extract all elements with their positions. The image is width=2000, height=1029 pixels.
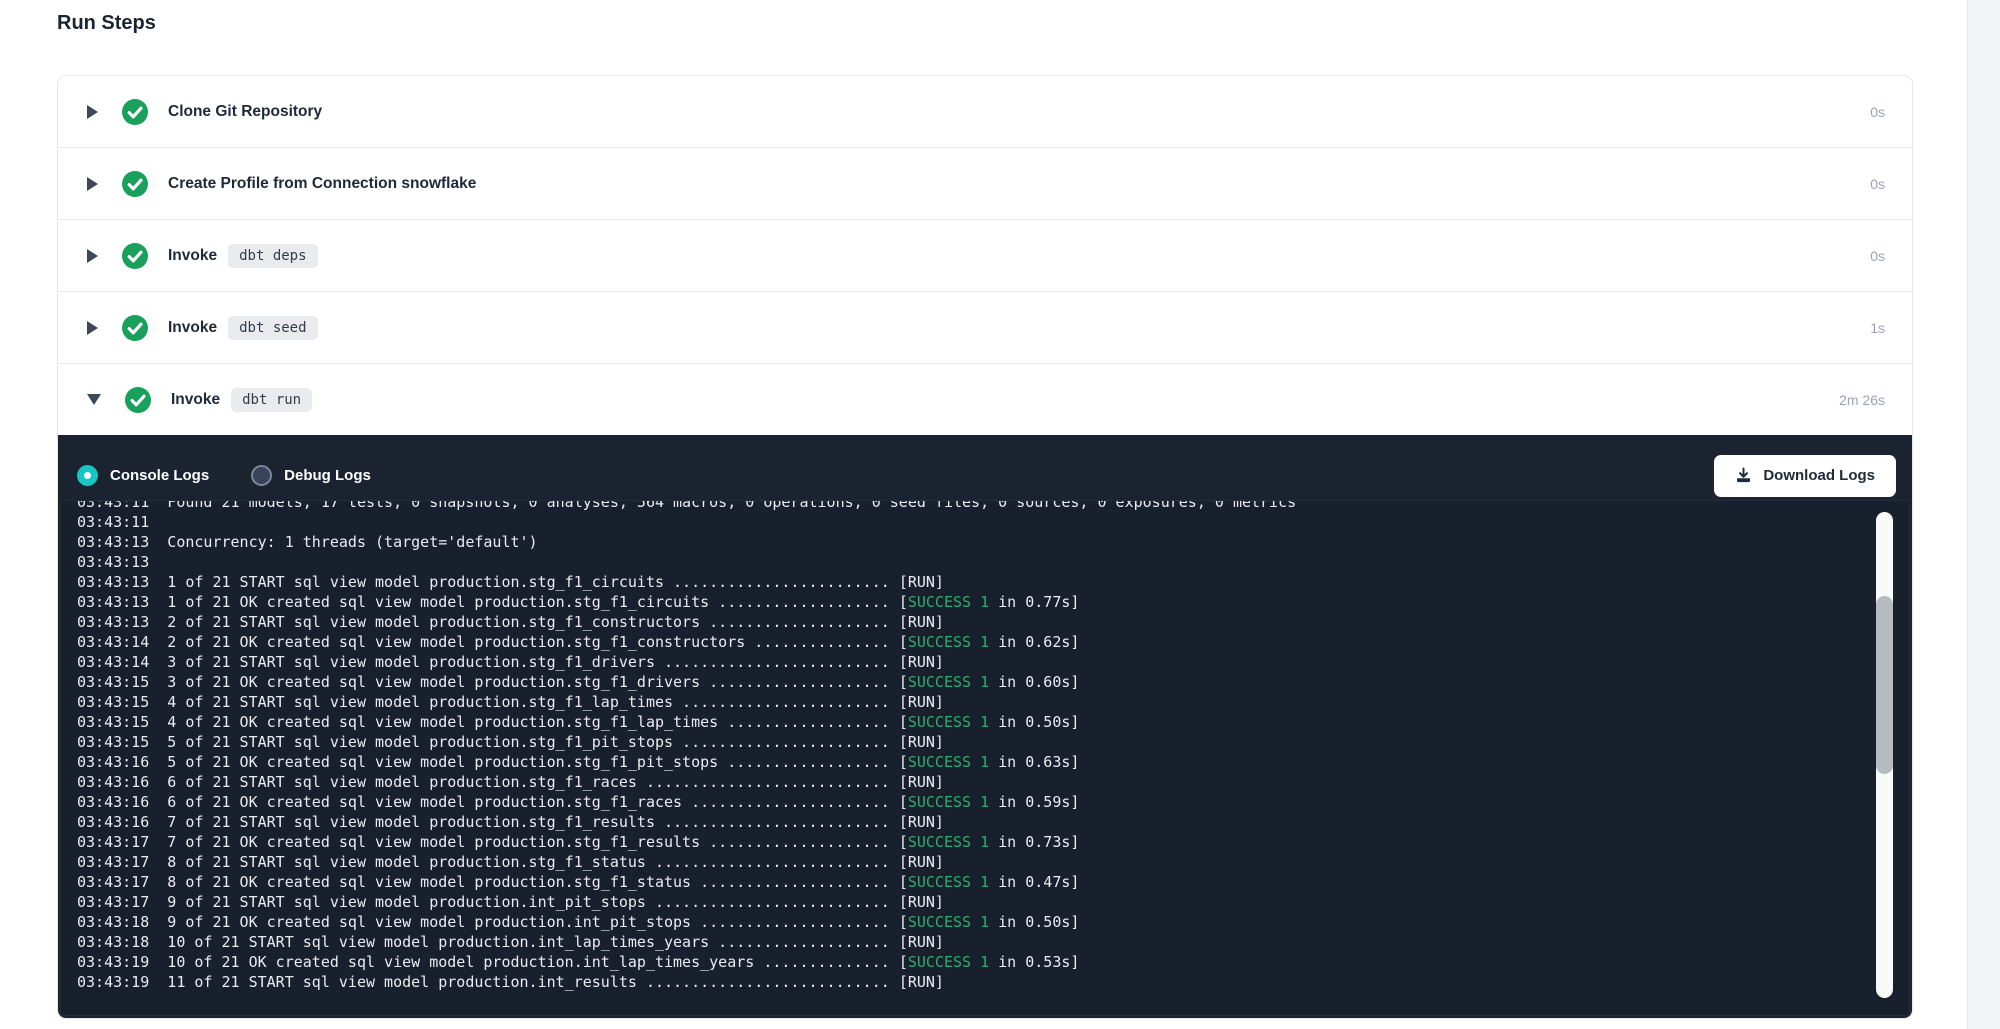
step-duration: 0s xyxy=(1870,176,1885,192)
log-scrollbar[interactable] xyxy=(1876,512,1893,998)
log-line: 03:43:15 5 of 21 START sql view model pr… xyxy=(77,732,1909,752)
step-label: Invoke xyxy=(168,247,217,265)
chevron-right-icon[interactable] xyxy=(87,105,98,119)
chevron-down-icon[interactable] xyxy=(87,394,101,405)
step-row-invoke-dbt-seed[interactable]: Invoke dbt seed 1s xyxy=(58,291,1912,363)
log-line: 03:43:19 11 of 21 START sql view model p… xyxy=(77,972,1909,992)
success-check-icon xyxy=(122,243,148,269)
log-line: 03:43:16 5 of 21 OK created sql view mod… xyxy=(77,752,1909,772)
log-line: 03:43:16 7 of 21 START sql view model pr… xyxy=(77,812,1909,832)
step-duration: 1s xyxy=(1870,320,1885,336)
step-row-create-profile[interactable]: Create Profile from Connection snowflake… xyxy=(58,147,1912,219)
step-row-invoke-dbt-run[interactable]: Invoke dbt run 2m 26s xyxy=(58,363,1912,435)
download-logs-button[interactable]: Download Logs xyxy=(1714,455,1896,497)
step-duration: 0s xyxy=(1870,104,1885,120)
page-title: Run Steps xyxy=(57,12,156,35)
log-line: 03:43:17 8 of 21 OK created sql view mod… xyxy=(77,872,1909,892)
command-chip: dbt run xyxy=(231,388,312,412)
log-line: 03:43:14 2 of 21 OK created sql view mod… xyxy=(77,632,1909,652)
log-scrollbar-thumb[interactable] xyxy=(1876,596,1893,774)
log-line: 03:43:17 8 of 21 START sql view model pr… xyxy=(77,852,1909,872)
log-line: 03:43:15 4 of 21 OK created sql view mod… xyxy=(77,712,1909,732)
log-line: 03:43:13 Concurrency: 1 threads (target=… xyxy=(77,532,1909,552)
success-check-icon xyxy=(122,171,148,197)
chevron-right-icon[interactable] xyxy=(87,249,98,263)
console-log-output[interactable]: 03:43:11 Found 21 models, 17 tests, 0 sn… xyxy=(60,500,1910,1016)
chevron-right-icon[interactable] xyxy=(87,321,98,335)
step-duration: 2m 26s xyxy=(1839,392,1885,408)
step-label: Invoke xyxy=(168,319,217,337)
radio-label: Console Logs xyxy=(110,467,209,484)
log-line: 03:43:13 xyxy=(77,552,1909,572)
log-line: 03:43:18 10 of 21 START sql view model p… xyxy=(77,932,1909,952)
log-line: 03:43:14 3 of 21 START sql view model pr… xyxy=(77,652,1909,672)
step-row-invoke-dbt-deps[interactable]: Invoke dbt deps 0s xyxy=(58,219,1912,291)
log-line: 03:43:15 4 of 21 START sql view model pr… xyxy=(77,692,1909,712)
log-line: 03:43:13 1 of 21 OK created sql view mod… xyxy=(77,592,1909,612)
log-line: 03:43:19 10 of 21 OK created sql view mo… xyxy=(77,952,1909,972)
run-steps-card: Clone Git Repository 0s Create Profile f… xyxy=(57,75,1913,1019)
log-line: 03:43:13 1 of 21 START sql view model pr… xyxy=(77,572,1909,592)
log-line: 03:43:17 7 of 21 OK created sql view mod… xyxy=(77,832,1909,852)
log-line: 03:43:15 3 of 21 OK created sql view mod… xyxy=(77,672,1909,692)
log-panel: Console Logs Debug Logs Download Logs 03… xyxy=(58,435,1912,1018)
log-lines: 03:43:11 Found 21 models, 17 tests, 0 sn… xyxy=(77,500,1909,992)
debug-logs-radio[interactable]: Debug Logs xyxy=(251,465,371,486)
chevron-right-icon[interactable] xyxy=(87,177,98,191)
step-label: Invoke xyxy=(171,391,220,409)
command-chip: dbt seed xyxy=(228,316,317,340)
download-button-label: Download Logs xyxy=(1763,467,1875,484)
log-line: 03:43:16 6 of 21 OK created sql view mod… xyxy=(77,792,1909,812)
log-line: 03:43:11 Found 21 models, 17 tests, 0 sn… xyxy=(77,500,1909,512)
log-line: 03:43:17 9 of 21 START sql view model pr… xyxy=(77,892,1909,912)
step-duration: 0s xyxy=(1870,248,1885,264)
log-line: 03:43:16 6 of 21 START sql view model pr… xyxy=(77,772,1909,792)
log-line: 03:43:18 9 of 21 OK created sql view mod… xyxy=(77,912,1909,932)
step-label: Clone Git Repository xyxy=(168,103,322,121)
radio-selected-icon[interactable] xyxy=(77,465,98,486)
log-line: 03:43:11 xyxy=(77,512,1909,532)
step-row-clone-git-repository[interactable]: Clone Git Repository 0s xyxy=(58,76,1912,147)
success-check-icon xyxy=(122,99,148,125)
page-side-gutter xyxy=(1967,0,2000,1029)
log-panel-header: Console Logs Debug Logs Download Logs xyxy=(58,435,1912,500)
step-label: Create Profile from Connection snowflake xyxy=(168,175,476,193)
radio-label: Debug Logs xyxy=(284,467,371,484)
run-steps-page: Run Steps Clone Git Repository 0s Create… xyxy=(0,0,2000,1029)
success-check-icon xyxy=(122,315,148,341)
console-logs-radio[interactable]: Console Logs xyxy=(77,465,209,486)
download-icon xyxy=(1735,467,1752,484)
log-line: 03:43:13 2 of 21 START sql view model pr… xyxy=(77,612,1909,632)
radio-unselected-icon[interactable] xyxy=(251,465,272,486)
command-chip: dbt deps xyxy=(228,244,317,268)
success-check-icon xyxy=(125,387,151,413)
